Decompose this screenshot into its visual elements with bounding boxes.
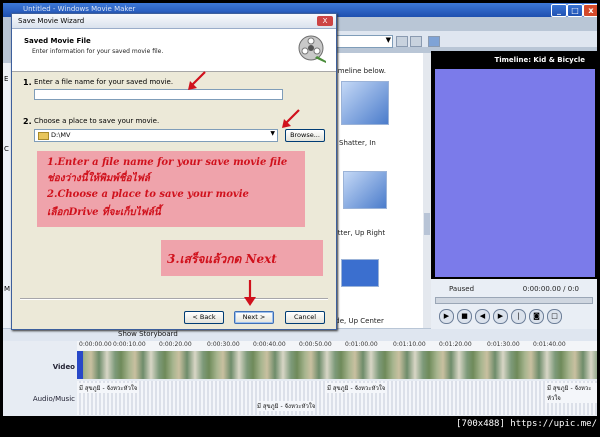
playback-time: 0:00:00.00 / 0:0 xyxy=(522,285,579,293)
maximize-button[interactable]: □ xyxy=(567,4,583,17)
audio-clip[interactable]: มี สุขภูมิ - จังหวะหัวใจ xyxy=(79,383,138,393)
back-button[interactable]: < Back xyxy=(184,311,224,324)
preview-monitor: Timeline: Kid & Bicycle Paused 0:00:00.0… xyxy=(431,51,597,329)
next-icon[interactable]: ▶ xyxy=(493,309,508,324)
task-mark: C xyxy=(4,145,9,153)
dialog-title: Save Movie Wizard xyxy=(18,17,85,25)
audio-track-label: Audio/Music xyxy=(32,395,75,403)
annotation-line-1: 1.Enter a file name for your save movie … xyxy=(47,157,288,168)
effect-label: ade, Up Center xyxy=(331,317,384,325)
preview-screen xyxy=(435,69,595,277)
timeline-toolbar: Show Storyboard xyxy=(3,329,597,341)
effect-label: Shatter, In xyxy=(339,139,376,147)
wizard-header: Saved Movie File Enter information for y… xyxy=(12,29,336,72)
audio-clip[interactable]: มี สุขภูมิ - จังหวะหัวใจ xyxy=(327,383,386,393)
task-mark: M xyxy=(4,285,11,293)
filename-input[interactable] xyxy=(34,89,283,100)
audio-track[interactable]: มี สุขภูมิ - จังหวะหัวใจ มี สุขภูมิ - จั… xyxy=(77,381,597,415)
previous-icon[interactable]: ◀ xyxy=(475,309,490,324)
tasks-strip: E C M xyxy=(3,63,11,328)
next-button[interactable]: Next > xyxy=(234,311,274,324)
effect-thumbnail[interactable] xyxy=(341,81,389,125)
annotation-line-3: 2.Choose a place to save your movie xyxy=(47,189,249,200)
window-title: Untitled - Windows Movie Maker xyxy=(23,5,136,13)
button-separator xyxy=(20,298,328,300)
ruler-tick: 0:00:00.00 xyxy=(79,341,112,348)
seek-bar[interactable] xyxy=(435,297,593,304)
step-2-number: 2. xyxy=(23,117,32,126)
location-select[interactable]: D:\MV ▼ xyxy=(34,129,278,142)
ruler-tick: 0:01:20.00 xyxy=(439,341,472,348)
hint-text: timeline below. xyxy=(333,67,386,75)
effects-panel: timeline below. Shatter, In hatter, Up R… xyxy=(329,53,431,328)
fullscreen-icon[interactable]: □ xyxy=(547,309,562,324)
arrow-icon xyxy=(188,71,206,90)
arrow-icon xyxy=(282,109,300,128)
scroll-thumb[interactable] xyxy=(424,213,430,235)
movie-maker-window: Untitled - Windows Movie Maker _ □ x ▼ E… xyxy=(3,3,597,416)
playback-controls: Paused 0:00:00.00 / 0:0 ▶ ■ ◀ ▶ | ◙ □ xyxy=(431,279,597,329)
dialog-title-bar: Save Movie Wizard X xyxy=(12,14,336,29)
effects-scrollbar[interactable] xyxy=(423,53,431,328)
snapshot-icon[interactable]: ◙ xyxy=(529,309,544,324)
location-label: Choose a place to save your movie. xyxy=(34,117,160,125)
location-value: D:\MV xyxy=(51,131,71,139)
dialog-close-button[interactable]: X xyxy=(317,16,333,26)
ruler-tick: 0:01:00.00 xyxy=(345,341,378,348)
effect-label: hatter, Up Right xyxy=(329,229,386,237)
timeline-panel: Show Storyboard 0:00:00.00 0:00:10.00 0:… xyxy=(3,329,597,416)
audio-clip[interactable]: มี สุขภูมิ - จังหวะหัวใจ xyxy=(257,401,316,411)
ruler-tick: 0:01:10.00 xyxy=(393,341,426,348)
effect-thumbnail[interactable] xyxy=(343,171,387,209)
playback-status: Paused xyxy=(449,285,475,293)
step-1-number: 1. xyxy=(23,78,32,87)
ruler-tick: 0:00:30.00 xyxy=(207,341,240,348)
image-caption: [700x488] https://upic.me/ xyxy=(456,419,597,429)
new-folder-icon[interactable] xyxy=(410,36,422,47)
views-icon[interactable] xyxy=(428,36,440,47)
stop-icon[interactable]: ■ xyxy=(457,309,472,324)
up-folder-icon[interactable] xyxy=(396,36,408,47)
next-instruction-note: 3.เสร็จแล้วกด Next xyxy=(161,240,323,276)
split-icon[interactable]: | xyxy=(511,309,526,324)
header-title: Saved Movie File xyxy=(24,37,91,45)
filename-label: Enter a file name for your saved movie. xyxy=(34,78,174,86)
play-icon[interactable]: ▶ xyxy=(439,309,454,324)
arrow-down-icon xyxy=(244,280,256,306)
task-mark: E xyxy=(4,75,9,83)
ruler-tick: 0:00:50.00 xyxy=(299,341,332,348)
ruler-tick: 0:00:10.00 xyxy=(113,341,146,348)
cancel-button[interactable]: Cancel xyxy=(285,311,325,324)
minimize-button[interactable]: _ xyxy=(551,4,567,17)
annotation-line-2: ช่องว่างนี้ให้พิมพ์ชื่อไฟล์ xyxy=(47,173,150,184)
chevron-down-icon: ▼ xyxy=(385,36,391,44)
video-track-label: Video xyxy=(52,363,75,371)
show-storyboard-button[interactable]: Show Storyboard xyxy=(118,330,178,338)
annotation-line-4: เลือกDrive ที่จะเก็บไฟล์นี้ xyxy=(47,207,161,218)
header-subtitle: Enter information for your saved movie f… xyxy=(32,48,164,55)
collection-dropdown[interactable]: ▼ xyxy=(333,35,393,48)
chevron-down-icon: ▼ xyxy=(270,130,275,137)
ruler-tick: 0:01:30.00 xyxy=(487,341,520,348)
close-window-button[interactable]: x xyxy=(583,4,597,17)
audio-clip[interactable]: มี สุขภูมิ - จังหวะหัวใจ xyxy=(547,383,597,403)
preview-title: Timeline: Kid & Bicycle xyxy=(494,56,585,64)
instruction-note: 1.Enter a file name for your save movie … xyxy=(37,151,305,227)
ruler-tick: 0:01:40.00 xyxy=(533,341,566,348)
annotation-line-5: 3.เสร็จแล้วกด Next xyxy=(167,252,277,266)
video-track[interactable] xyxy=(77,351,597,379)
folder-icon xyxy=(38,132,49,140)
ruler-tick: 0:00:20.00 xyxy=(159,341,192,348)
playhead[interactable] xyxy=(77,351,83,379)
film-reel-icon xyxy=(298,35,326,63)
effect-thumbnail[interactable] xyxy=(341,259,379,287)
ruler-tick: 0:00:40.00 xyxy=(253,341,286,348)
